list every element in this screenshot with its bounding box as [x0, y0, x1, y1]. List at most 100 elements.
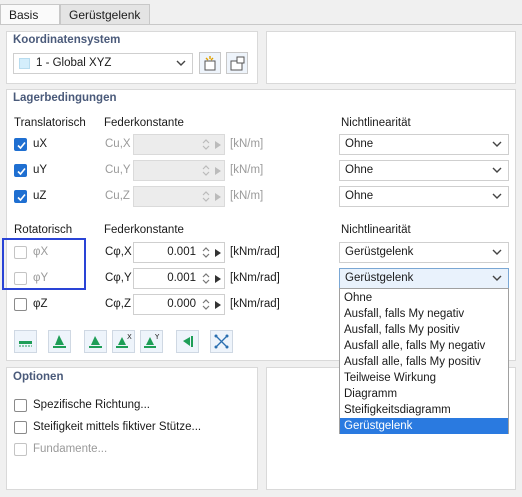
- coord-select-value: 1 - Global XYZ: [36, 57, 112, 69]
- cuz-unit: [kN/m]: [230, 190, 264, 202]
- nonlin-header-trans: Nichtlinearität: [341, 117, 411, 129]
- hinged-support-icon: [19, 341, 32, 347]
- cuz-input: [133, 186, 225, 207]
- play-arrow-icon: [215, 193, 221, 201]
- coord-title: Koordinatensystem: [13, 34, 121, 46]
- check-icon: [17, 193, 26, 202]
- dropdown-option[interactable]: Ausfall alle, falls My negativ: [340, 338, 508, 354]
- check-icon: [17, 167, 26, 176]
- specific-direction-label[interactable]: Spezifische Richtung...: [33, 399, 150, 411]
- tab-basis[interactable]: Basis: [0, 4, 60, 25]
- phiz-label: φZ: [33, 298, 48, 310]
- free-support-icon: [214, 334, 229, 349]
- cphiy-unit: [kNm/rad]: [230, 272, 280, 284]
- nonlin-dropdown-list: Ohne Ausfall, falls My negativ Ausfall, …: [339, 288, 509, 434]
- phix-nonlin-select[interactable]: Gerüstgelenk: [339, 242, 509, 263]
- ux-nonlin-select[interactable]: Ohne: [339, 134, 509, 155]
- support-fixed-button[interactable]: [48, 330, 71, 353]
- cux-input: [133, 134, 225, 155]
- tab-bar: Basis Gerüstgelenk: [0, 0, 522, 25]
- support-roller-y-button[interactable]: Y: [140, 330, 163, 353]
- play-arrow-icon: [215, 141, 221, 149]
- spring-header-rot: Federkonstante: [104, 224, 184, 236]
- dropdown-option[interactable]: Ausfall, falls My negativ: [340, 306, 508, 322]
- cphix-input[interactable]: 0.001: [133, 242, 225, 263]
- chevron-down-icon: [492, 275, 502, 281]
- rotational-header: Rotatorisch: [14, 224, 73, 236]
- fictitious-column-checkbox[interactable]: [14, 421, 27, 434]
- edit-coord-system-button[interactable]: [226, 52, 248, 74]
- spinner-icon[interactable]: [202, 272, 210, 285]
- play-arrow-icon: [215, 167, 221, 175]
- ux-label: uX: [33, 138, 48, 150]
- cphix-label: Cφ,X: [105, 246, 132, 258]
- new-coord-icon: [204, 56, 216, 71]
- phiy-nonlin-select[interactable]: Gerüstgelenk: [339, 268, 509, 289]
- cphix-unit: [kNm/rad]: [230, 246, 280, 258]
- svg-text:X: X: [127, 333, 132, 341]
- cphiy-label: Cφ,Y: [105, 272, 132, 284]
- wall-support-icon: [183, 336, 193, 347]
- uz-label: uZ: [33, 190, 47, 202]
- support-title: Lagerbedingungen: [13, 92, 117, 104]
- empty-panel-top: [266, 31, 516, 84]
- phiy-label: φY: [33, 272, 49, 284]
- phiy-checkbox[interactable]: [14, 272, 27, 285]
- cuy-label: Cu,Y: [105, 164, 131, 176]
- support-free-button[interactable]: [210, 330, 233, 353]
- foundations-label: Fundamente...: [33, 443, 108, 455]
- chevron-down-icon: [492, 141, 502, 147]
- cux-unit: [kN/m]: [230, 138, 264, 150]
- roller-x-icon: X: [116, 333, 132, 348]
- new-coord-system-button[interactable]: [199, 52, 221, 74]
- support-roller-x-button[interactable]: X: [112, 330, 135, 353]
- phix-checkbox[interactable]: [14, 246, 27, 259]
- cphiz-unit: [kNm/rad]: [230, 298, 280, 310]
- uy-nonlin-select[interactable]: Ohne: [339, 160, 509, 181]
- play-arrow-icon[interactable]: [214, 300, 222, 310]
- chevron-down-icon: [492, 249, 502, 255]
- dropdown-option[interactable]: Diagramm: [340, 386, 508, 402]
- ux-checkbox[interactable]: [14, 138, 27, 151]
- uy-checkbox[interactable]: [14, 164, 27, 177]
- coord-system-select[interactable]: 1 - Global XYZ: [13, 53, 193, 74]
- phiz-checkbox[interactable]: [14, 298, 27, 311]
- translational-header: Translatorisch: [14, 117, 86, 129]
- chevron-down-icon: [492, 193, 502, 199]
- dropdown-option[interactable]: Ausfall, falls My positiv: [340, 322, 508, 338]
- pinned-support-icon: [89, 336, 102, 348]
- dropdown-option[interactable]: Ausfall alle, falls My positiv: [340, 354, 508, 370]
- chevron-down-icon: [492, 167, 502, 173]
- uz-checkbox[interactable]: [14, 190, 27, 203]
- cphiz-input[interactable]: 0.000: [133, 294, 225, 315]
- dropdown-option[interactable]: Ohne: [340, 290, 508, 306]
- phix-label: φX: [33, 246, 49, 258]
- fictitious-column-label[interactable]: Steifigkeit mittels fiktiver Stütze...: [33, 421, 201, 433]
- edit-coord-icon: [230, 56, 245, 71]
- support-hinged-button[interactable]: [14, 330, 37, 353]
- spinner-icon[interactable]: [202, 298, 210, 311]
- nonlin-header-rot: Nichtlinearität: [341, 224, 411, 236]
- coord-color-swatch: [19, 58, 30, 69]
- cphiz-label: Cφ,Z: [105, 298, 131, 310]
- tab-geruestgelenk[interactable]: Gerüstgelenk: [60, 4, 150, 25]
- support-wall-button[interactable]: [176, 330, 199, 353]
- cux-label: Cu,X: [105, 138, 131, 150]
- svg-text:Y: Y: [154, 333, 160, 341]
- check-icon: [17, 141, 26, 150]
- tab-divider: [0, 24, 522, 25]
- support-pinned-button[interactable]: [84, 330, 107, 353]
- fixed-support-icon: [53, 335, 66, 348]
- cuy-input: [133, 160, 225, 181]
- dropdown-option-selected[interactable]: Gerüstgelenk: [340, 418, 508, 434]
- play-arrow-icon[interactable]: [214, 274, 222, 284]
- dropdown-option[interactable]: Teilweise Wirkung: [340, 370, 508, 386]
- cuy-unit: [kN/m]: [230, 164, 264, 176]
- spinner-icon: [202, 139, 210, 150]
- uz-nonlin-select[interactable]: Ohne: [339, 186, 509, 207]
- cphiy-input[interactable]: 0.001: [133, 268, 225, 289]
- play-arrow-icon[interactable]: [214, 248, 222, 258]
- dropdown-option[interactable]: Steifigkeitsdiagramm: [340, 402, 508, 418]
- specific-direction-checkbox[interactable]: [14, 399, 27, 412]
- spinner-icon[interactable]: [202, 246, 210, 259]
